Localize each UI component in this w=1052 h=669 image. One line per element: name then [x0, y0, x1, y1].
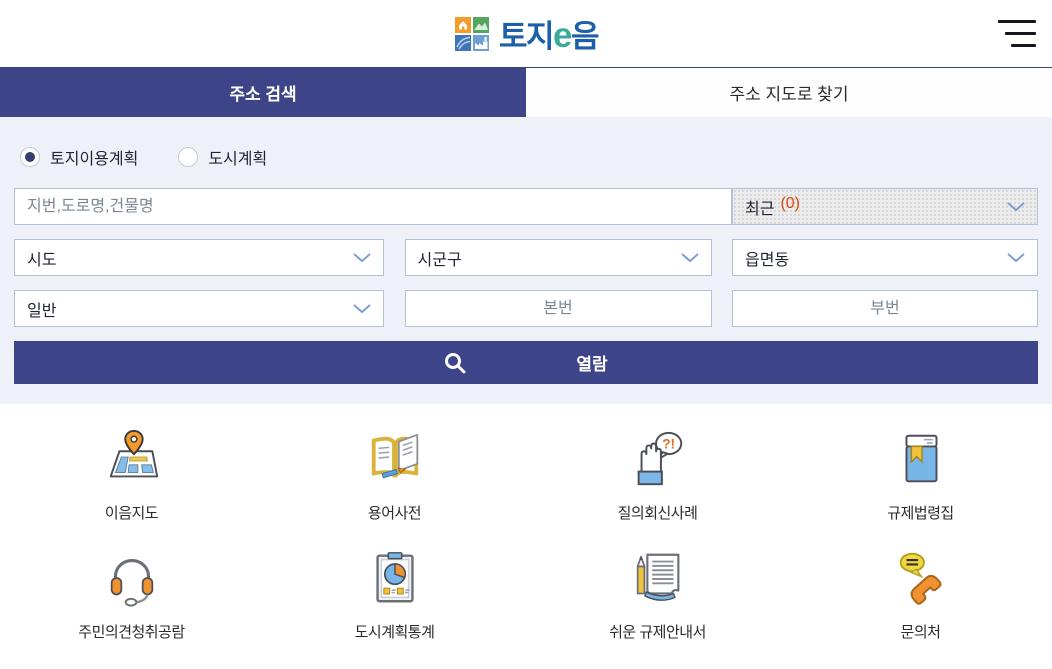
link-label: 쉬운 규제안내서	[609, 621, 706, 642]
sigungu-select[interactable]: 시군구	[405, 239, 712, 276]
dictionary-icon	[364, 426, 426, 490]
sigungu-value: 시군구	[418, 246, 462, 270]
view-button-label: 열람	[576, 350, 607, 375]
tab-address-search[interactable]: 주소 검색	[0, 68, 526, 117]
bun-type-value: 일반	[27, 297, 56, 321]
svg-text:?!: ?!	[662, 436, 675, 451]
header: 토지e음	[0, 0, 1052, 67]
statistics-icon	[364, 545, 426, 609]
recent-select[interactable]: 최근 (0)	[732, 188, 1038, 225]
link-city-plan-statistics[interactable]: 도시계획통계	[263, 545, 526, 642]
phone-icon	[890, 545, 952, 609]
menu-bar	[1011, 44, 1036, 47]
link-label: 용어사전	[368, 502, 421, 523]
guide-icon	[627, 545, 689, 609]
quick-links-row-1: 이음지도 용어사전	[0, 426, 1052, 523]
link-label: 도시계획통계	[355, 621, 435, 642]
radio-circle	[20, 147, 40, 167]
eupmyeondong-value: 읍면동	[745, 246, 789, 270]
chevron-down-icon	[353, 304, 371, 314]
radio-label: 토지이용계획	[50, 145, 138, 169]
bun-type-select[interactable]: 일반	[14, 290, 384, 327]
headset-icon	[101, 545, 163, 609]
quick-links: 이음지도 용어사전	[0, 404, 1052, 648]
tab-find-on-map[interactable]: 주소 지도로 찾기	[526, 68, 1052, 117]
menu-bar	[998, 20, 1036, 23]
eupmyeondong-select[interactable]: 읍면동	[732, 239, 1038, 276]
sido-value: 시도	[27, 246, 56, 270]
bubun-input[interactable]	[732, 290, 1038, 327]
link-label: 규제법령집	[887, 502, 954, 523]
logo-text: 토지e음	[499, 11, 598, 56]
link-contact[interactable]: 문의처	[789, 545, 1052, 642]
bonbun-input[interactable]	[405, 290, 712, 327]
recent-label: 최근	[745, 195, 774, 219]
chevron-down-icon	[681, 253, 699, 263]
chevron-down-icon	[353, 253, 371, 263]
quick-links-row-2: 주민의견청취공람 도시계획통계	[0, 545, 1052, 642]
parcel-row: 일반	[14, 290, 1038, 327]
lawbook-icon	[890, 426, 952, 490]
link-label: 주민의견청취공람	[78, 621, 184, 642]
link-label: 질의회신사례	[618, 502, 698, 523]
hamburger-menu-icon[interactable]	[996, 20, 1036, 47]
chevron-down-icon	[1007, 253, 1025, 263]
inquiry-icon: ?!	[627, 426, 689, 490]
keyword-input[interactable]	[14, 188, 732, 225]
radio-city-plan[interactable]: 도시계획	[178, 145, 267, 169]
link-label: 이음지도	[105, 502, 158, 523]
sido-select[interactable]: 시도	[14, 239, 384, 276]
radio-circle	[178, 147, 198, 167]
keyword-row: 최근 (0)	[14, 188, 1038, 225]
tab-bar: 주소 검색 주소 지도로 찾기	[0, 67, 1052, 117]
chevron-down-icon	[1007, 202, 1025, 212]
link-public-opinion[interactable]: 주민의견청취공람	[0, 545, 263, 642]
menu-bar	[1005, 32, 1036, 35]
recent-text: 최근 (0)	[745, 195, 800, 219]
link-regulation-lawbook[interactable]: 규제법령집	[789, 426, 1052, 523]
link-easy-regulation-guide[interactable]: 쉬운 규제안내서	[526, 545, 789, 642]
search-icon	[444, 352, 466, 374]
plan-type-radios: 토지이용계획 도시계획	[20, 145, 1038, 169]
radio-land-use-plan[interactable]: 토지이용계획	[20, 145, 138, 169]
toji-eum-logo[interactable]: 토지e음	[454, 11, 598, 56]
radio-label: 도시계획	[208, 145, 267, 169]
view-button[interactable]: 열람	[14, 341, 1038, 384]
link-label: 문의처	[901, 621, 941, 642]
region-row: 시도 시군구 읍면동	[14, 239, 1038, 276]
map-icon	[101, 426, 163, 490]
toji-eum-logo-icon	[454, 16, 490, 52]
search-form: 토지이용계획 도시계획 최근 (0) 시도 시군구 읍면동	[0, 117, 1052, 404]
link-inquiry-cases[interactable]: ?! 질의회신사례	[526, 426, 789, 523]
link-glossary[interactable]: 용어사전	[263, 426, 526, 523]
recent-count: (0)	[780, 195, 800, 219]
link-eum-map[interactable]: 이음지도	[0, 426, 263, 523]
